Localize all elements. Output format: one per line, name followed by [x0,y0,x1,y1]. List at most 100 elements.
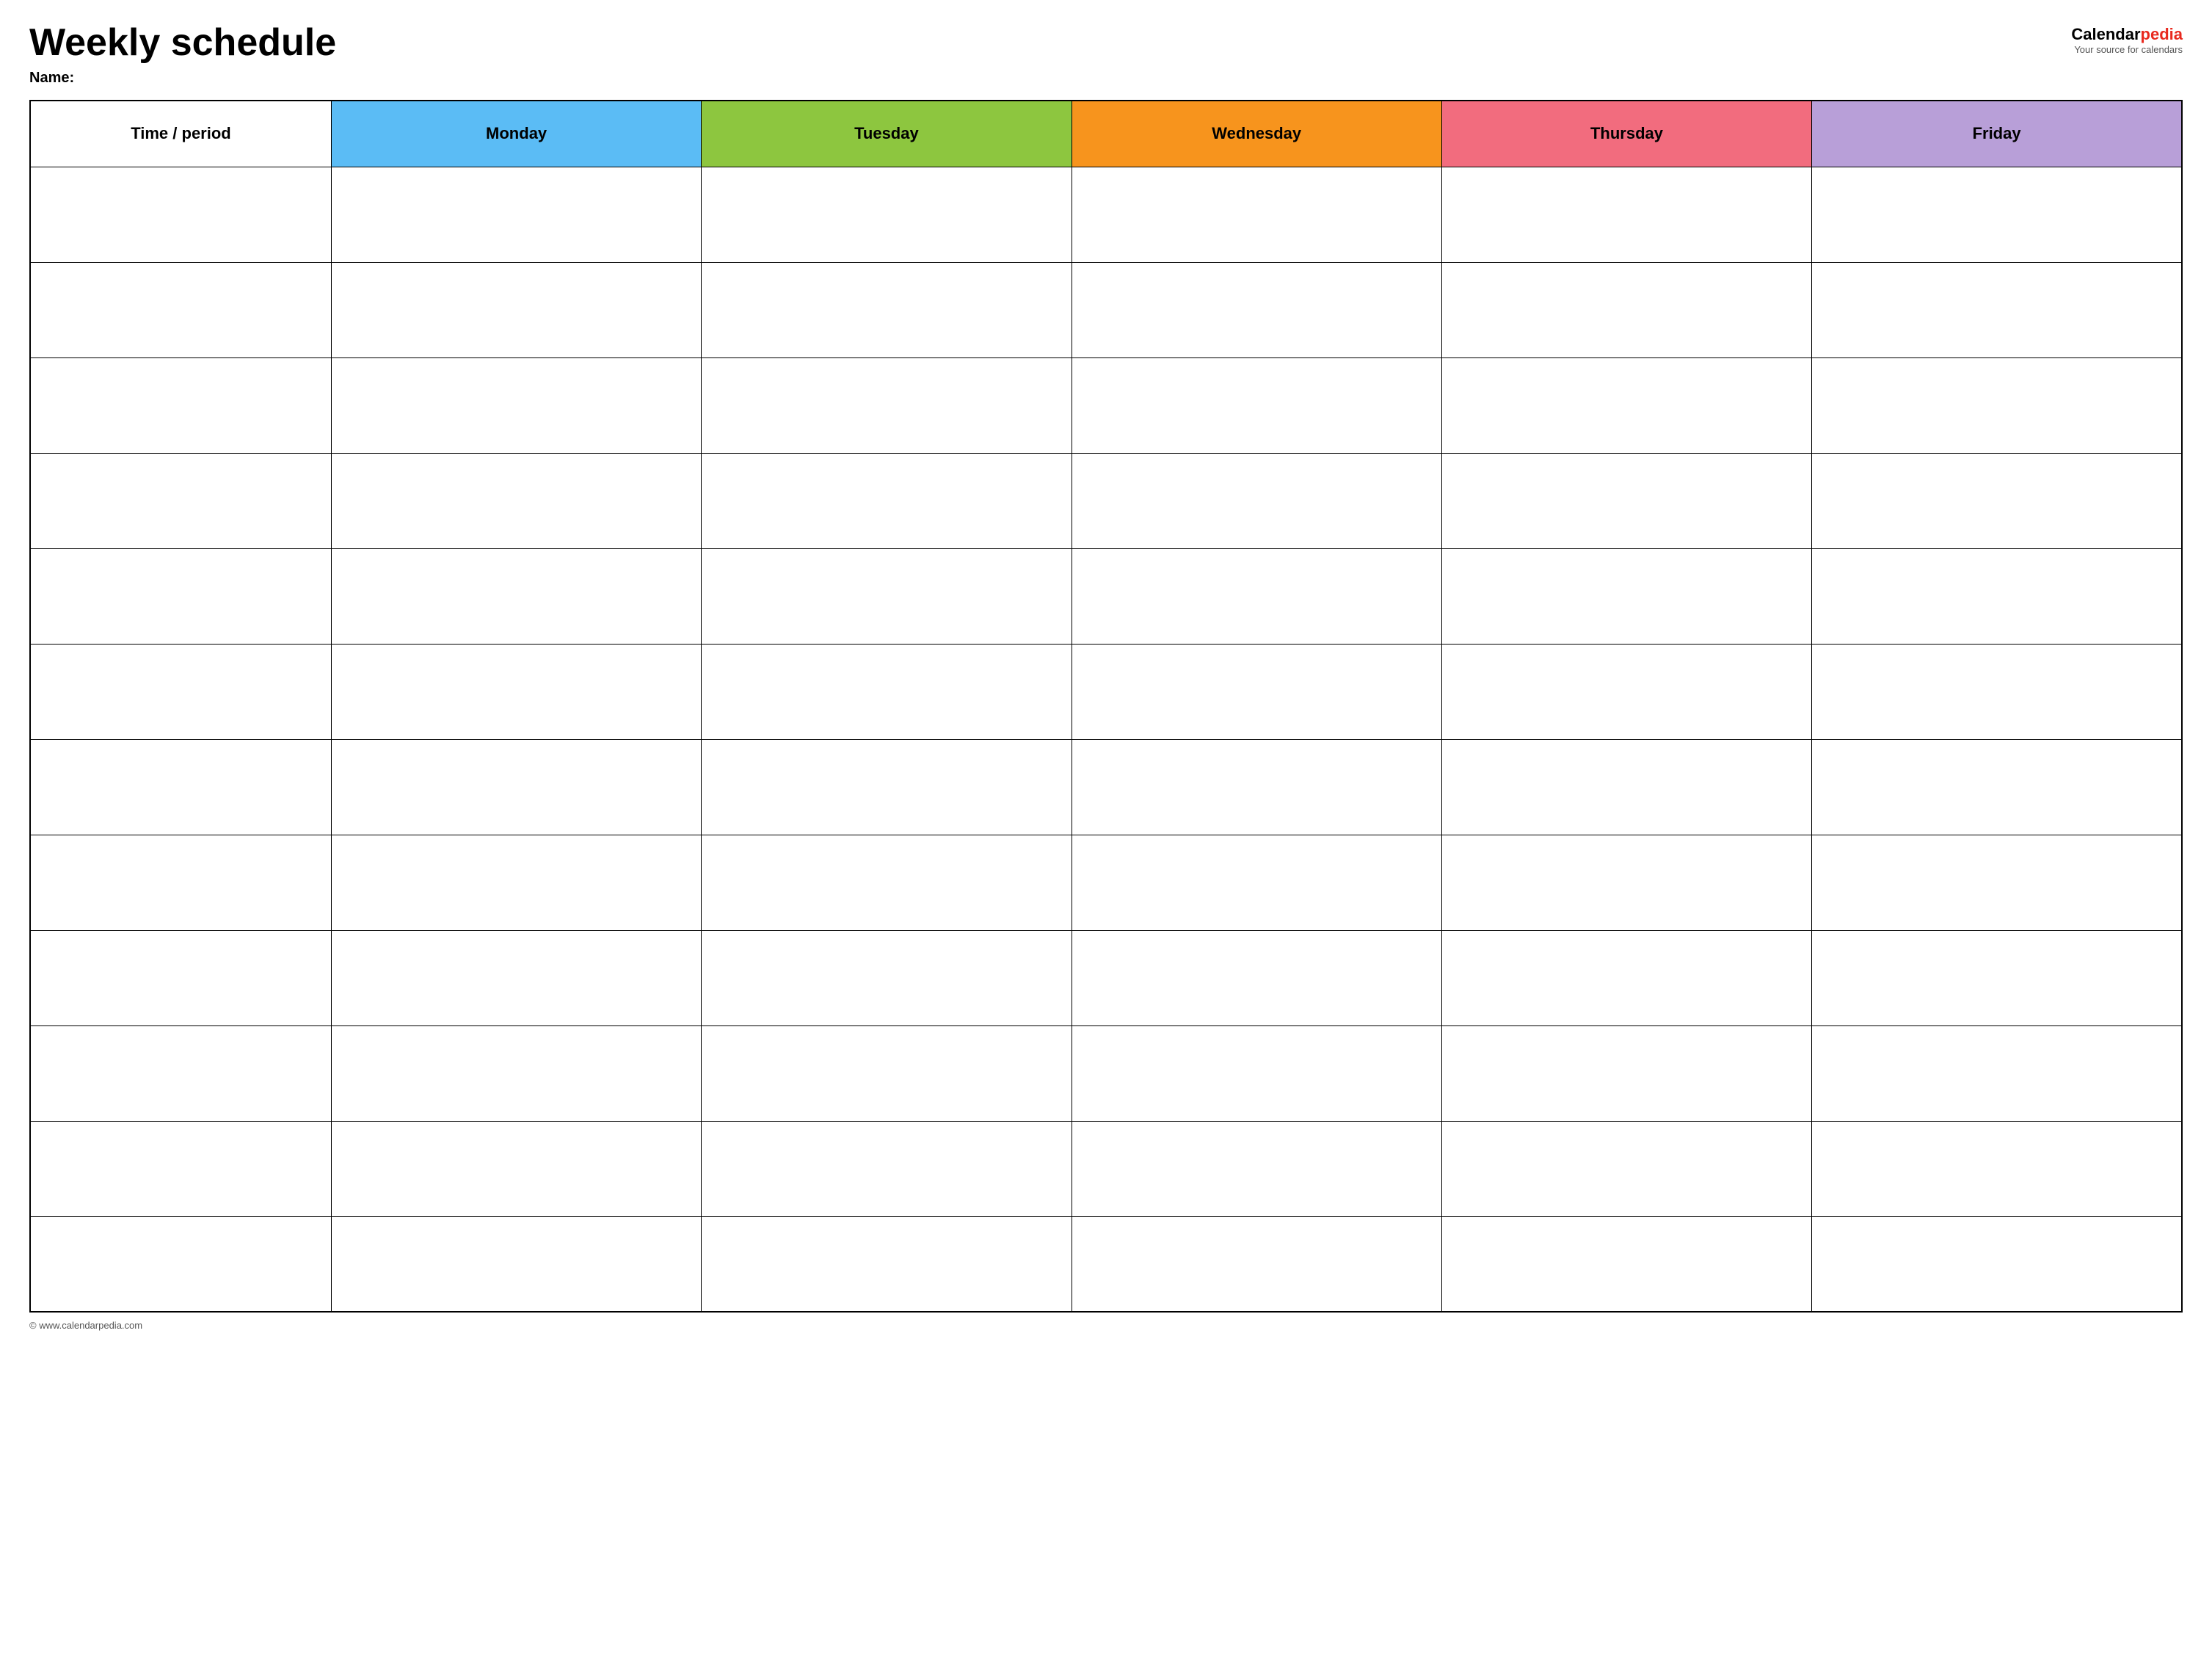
schedule-cell[interactable] [1812,357,2182,453]
schedule-cell[interactable] [702,453,1072,548]
schedule-cell[interactable] [1072,453,1441,548]
schedule-cell[interactable] [1072,357,1441,453]
time-cell[interactable] [30,548,331,644]
time-cell[interactable] [30,262,331,357]
schedule-cell[interactable] [1072,548,1441,644]
table-row [30,739,2182,835]
schedule-cell[interactable] [1812,930,2182,1025]
page-title: Weekly schedule [29,22,336,64]
schedule-body [30,167,2182,1312]
schedule-cell[interactable] [702,1216,1072,1312]
schedule-cell[interactable] [1072,1216,1441,1312]
schedule-cell[interactable] [702,739,1072,835]
schedule-cell[interactable] [702,835,1072,930]
table-row [30,1121,2182,1216]
schedule-cell[interactable] [1812,739,2182,835]
schedule-cell[interactable] [331,357,701,453]
schedule-cell[interactable] [1441,1025,1811,1121]
col-header-friday: Friday [1812,101,2182,167]
schedule-cell[interactable] [702,262,1072,357]
schedule-cell[interactable] [1812,644,2182,739]
table-row [30,167,2182,262]
col-header-monday: Monday [331,101,701,167]
table-row [30,644,2182,739]
schedule-cell[interactable] [331,835,701,930]
footer: © www.calendarpedia.com [29,1320,2183,1331]
time-cell[interactable] [30,1216,331,1312]
table-row [30,1025,2182,1121]
time-cell[interactable] [30,1121,331,1216]
schedule-cell[interactable] [1072,930,1441,1025]
schedule-cell[interactable] [702,548,1072,644]
schedule-cell[interactable] [1441,453,1811,548]
page-header: Weekly schedule Name: Calendarpedia Your… [29,22,2183,87]
table-row [30,1216,2182,1312]
time-cell[interactable] [30,644,331,739]
schedule-cell[interactable] [702,644,1072,739]
schedule-cell[interactable] [1812,262,2182,357]
schedule-cell[interactable] [1441,1121,1811,1216]
logo-calendar: Calendar [2071,25,2140,43]
schedule-cell[interactable] [331,739,701,835]
schedule-cell[interactable] [1812,548,2182,644]
col-header-wednesday: Wednesday [1072,101,1441,167]
schedule-cell[interactable] [331,644,701,739]
schedule-cell[interactable] [1072,1025,1441,1121]
logo-subtitle: Your source for calendars [2074,44,2183,55]
time-cell[interactable] [30,167,331,262]
time-cell[interactable] [30,357,331,453]
footer-url: © www.calendarpedia.com [29,1320,142,1331]
time-cell[interactable] [30,1025,331,1121]
table-row [30,262,2182,357]
schedule-cell[interactable] [1812,453,2182,548]
schedule-cell[interactable] [331,930,701,1025]
name-label: Name: [29,70,336,87]
schedule-cell[interactable] [331,548,701,644]
schedule-cell[interactable] [1812,1025,2182,1121]
schedule-cell[interactable] [1072,1121,1441,1216]
schedule-cell[interactable] [1441,644,1811,739]
schedule-cell[interactable] [331,1121,701,1216]
table-row [30,357,2182,453]
schedule-cell[interactable] [331,1025,701,1121]
schedule-cell[interactable] [1072,262,1441,357]
schedule-cell[interactable] [1441,548,1811,644]
schedule-cell[interactable] [1072,739,1441,835]
table-row [30,835,2182,930]
schedule-cell[interactable] [702,1121,1072,1216]
schedule-cell[interactable] [1812,167,2182,262]
table-row [30,548,2182,644]
logo-pedia: pedia [2141,25,2183,43]
time-cell[interactable] [30,739,331,835]
time-cell[interactable] [30,835,331,930]
schedule-cell[interactable] [1441,835,1811,930]
schedule-cell[interactable] [1441,739,1811,835]
schedule-cell[interactable] [331,453,701,548]
schedule-cell[interactable] [1072,835,1441,930]
schedule-cell[interactable] [1441,1216,1811,1312]
schedule-cell[interactable] [331,1216,701,1312]
time-cell[interactable] [30,453,331,548]
schedule-cell[interactable] [331,167,701,262]
schedule-cell[interactable] [1072,644,1441,739]
schedule-cell[interactable] [1812,1216,2182,1312]
schedule-cell[interactable] [1441,930,1811,1025]
table-row [30,930,2182,1025]
schedule-cell[interactable] [702,167,1072,262]
schedule-cell[interactable] [1812,835,2182,930]
schedule-cell[interactable] [702,357,1072,453]
schedule-cell[interactable] [702,930,1072,1025]
schedule-cell[interactable] [1441,167,1811,262]
schedule-cell[interactable] [702,1025,1072,1121]
schedule-cell[interactable] [1441,357,1811,453]
title-section: Weekly schedule Name: [29,22,336,87]
schedule-cell[interactable] [331,262,701,357]
schedule-cell[interactable] [1812,1121,2182,1216]
schedule-cell[interactable] [1441,262,1811,357]
col-header-thursday: Thursday [1441,101,1811,167]
logo-text: Calendarpedia [2071,25,2183,44]
time-cell[interactable] [30,930,331,1025]
logo-section: Calendarpedia Your source for calendars [2071,25,2183,55]
col-header-time: Time / period [30,101,331,167]
schedule-cell[interactable] [1072,167,1441,262]
